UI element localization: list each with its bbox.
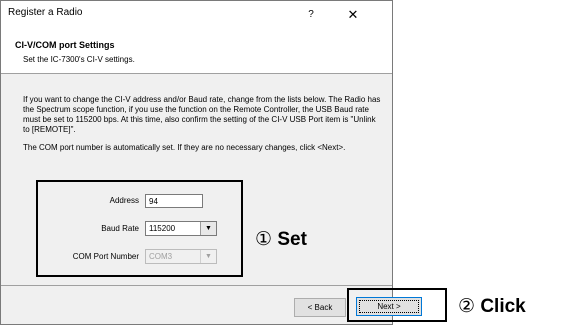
page-title: CI-V/COM port Settings: [15, 40, 115, 50]
wizard-header: CI-V/COM port Settings Set the IC-7300's…: [1, 31, 392, 74]
close-button[interactable]: ✕: [341, 5, 365, 25]
settings-highlight-box: [36, 180, 243, 277]
next-highlight-box: [347, 288, 447, 322]
help-button[interactable]: ?: [301, 5, 321, 25]
click-step-number: ②: [458, 296, 476, 317]
set-step-text: Set: [277, 229, 307, 250]
instruction-paragraph-1: If you want to change the CI-V address a…: [23, 95, 381, 134]
instruction-paragraph-2: The COM port number is automatically set…: [23, 143, 346, 152]
divider: [1, 285, 392, 286]
title-bar: Register a Radio ? ✕: [1, 1, 392, 31]
click-annotation: ② Click: [458, 295, 526, 318]
set-annotation: ① Set: [255, 228, 307, 251]
click-step-text: Click: [480, 296, 526, 317]
instructions: If you want to change the CI-V address a…: [23, 95, 381, 161]
window-title: Register a Radio: [8, 7, 83, 18]
page-subtitle: Set the IC-7300's CI-V settings.: [23, 55, 135, 64]
back-button[interactable]: < Back: [294, 298, 346, 317]
set-step-number: ①: [255, 229, 273, 250]
